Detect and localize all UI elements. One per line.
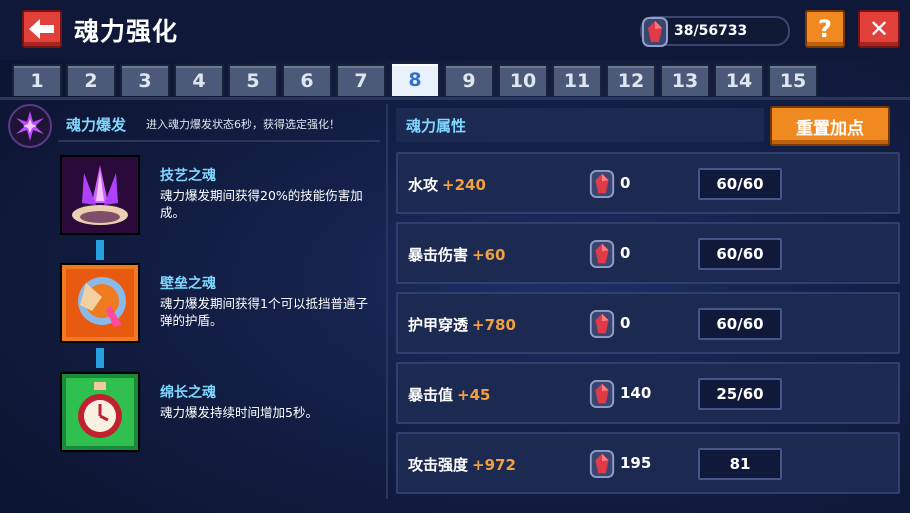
burst-star-icon bbox=[16, 111, 44, 141]
column-divider bbox=[386, 104, 388, 499]
attribute-bonus: +780 bbox=[472, 316, 516, 334]
soul-gem-icon bbox=[588, 167, 616, 205]
crystal-icon bbox=[60, 155, 140, 235]
skill-connector bbox=[96, 348, 104, 368]
soul-gem-icon bbox=[588, 237, 616, 275]
tab-10[interactable]: 10 bbox=[498, 64, 548, 96]
page-tabs: 1 2 3 4 5 6 7 8 9 10 11 12 13 14 15 bbox=[12, 62, 818, 98]
attribute-name: 暴击值 +45 bbox=[408, 384, 490, 405]
help-button[interactable]: ? bbox=[805, 10, 845, 48]
attribute-label: 暴击伤害 bbox=[408, 246, 469, 264]
back-button[interactable] bbox=[22, 10, 62, 48]
tab-1[interactable]: 1 bbox=[12, 64, 62, 96]
attribute-row[interactable]: 水攻 +240 0 60/60 bbox=[396, 152, 900, 214]
attribute-row[interactable]: 护甲穿透 +780 0 60/60 bbox=[396, 292, 900, 354]
burst-description: 进入魂力爆发状态6秒，获得选定强化！ bbox=[146, 118, 340, 131]
skill-item[interactable]: 绵长之魂 魂力爆发持续时间增加5秒。 bbox=[60, 372, 380, 456]
burst-label: 魂力爆发 bbox=[66, 116, 127, 134]
tab-4[interactable]: 4 bbox=[174, 64, 224, 96]
burst-icon bbox=[8, 104, 52, 148]
soul-gem-count: 38/56733 bbox=[674, 23, 748, 39]
attribute-label: 水攻 bbox=[408, 176, 439, 194]
tab-2[interactable]: 2 bbox=[66, 64, 116, 96]
attribute-cost: 0 bbox=[620, 314, 631, 332]
attribute-level: 60/60 bbox=[698, 238, 782, 270]
soul-gem-icon bbox=[642, 17, 668, 47]
attribute-level: 25/60 bbox=[698, 378, 782, 410]
soul-gem-icon bbox=[588, 307, 616, 345]
tab-divider bbox=[0, 97, 910, 100]
attribute-name: 水攻 +240 bbox=[408, 174, 486, 195]
tab-12[interactable]: 12 bbox=[606, 64, 656, 96]
skill-name: 壁垒之魂 bbox=[160, 276, 216, 292]
attributes-title: 魂力属性 bbox=[406, 116, 467, 135]
tab-3[interactable]: 3 bbox=[120, 64, 170, 96]
attribute-bonus: +60 bbox=[472, 246, 506, 264]
attribute-level: 60/60 bbox=[698, 308, 782, 340]
stopwatch-icon bbox=[60, 372, 140, 452]
skill-name: 绵长之魂 bbox=[160, 385, 216, 401]
back-arrow-icon bbox=[29, 19, 54, 39]
tab-15[interactable]: 15 bbox=[768, 64, 818, 96]
close-button[interactable]: ✕ bbox=[858, 10, 900, 48]
burst-header: 魂力爆发 进入魂力爆发状态6秒，获得选定强化！ bbox=[8, 104, 380, 148]
tab-7[interactable]: 7 bbox=[336, 64, 386, 96]
skill-item[interactable]: 壁垒之魂 魂力爆发期间获得1个可以抵挡普通子弹的护盾。 bbox=[60, 263, 380, 347]
attribute-level: 60/60 bbox=[698, 168, 782, 200]
attributes-header: 魂力属性 bbox=[396, 108, 764, 142]
soul-gem-counter: 38/56733 bbox=[640, 16, 790, 47]
tab-14[interactable]: 14 bbox=[714, 64, 764, 96]
tab-8[interactable]: 8 bbox=[390, 62, 440, 96]
attribute-name: 暴击伤害 +60 bbox=[408, 244, 505, 265]
soul-gem-icon bbox=[588, 447, 616, 485]
attribute-bonus: +45 bbox=[457, 386, 491, 404]
soul-gem-icon bbox=[588, 377, 616, 415]
attribute-row[interactable]: 暴击值 +45 140 25/60 bbox=[396, 362, 900, 424]
attribute-name: 攻击强度 +972 bbox=[408, 454, 516, 475]
skill-item[interactable]: 技艺之魂 魂力爆发期间获得20%的技能伤害加成。 bbox=[60, 155, 380, 239]
attribute-level: 81 bbox=[698, 448, 782, 480]
skill-description: 魂力爆发期间获得20%的技能伤害加成。 bbox=[160, 188, 363, 220]
skill-description: 魂力爆发期间获得1个可以抵挡普通子弹的护盾。 bbox=[160, 296, 368, 328]
attribute-cost: 195 bbox=[620, 454, 652, 472]
skill-name: 技艺之魂 bbox=[160, 168, 216, 184]
attribute-cost: 0 bbox=[620, 174, 631, 192]
tab-6[interactable]: 6 bbox=[282, 64, 332, 96]
skill-connector bbox=[96, 240, 104, 260]
skill-description: 魂力爆发持续时间增加5秒。 bbox=[160, 405, 318, 420]
attribute-name: 护甲穿透 +780 bbox=[408, 314, 516, 335]
tab-9[interactable]: 9 bbox=[444, 64, 494, 96]
reset-points-button[interactable]: 重置加点 bbox=[770, 106, 890, 146]
burst-underline bbox=[58, 140, 380, 142]
attribute-cost: 140 bbox=[620, 384, 652, 402]
top-bar: 魂力强化 38/56733 ? ✕ bbox=[0, 0, 910, 60]
attribute-row[interactable]: 攻击强度 +972 195 81 bbox=[396, 432, 900, 494]
attribute-label: 护甲穿透 bbox=[408, 316, 469, 334]
attribute-bonus: +240 bbox=[442, 176, 486, 194]
shield-icon bbox=[60, 263, 140, 343]
tab-11[interactable]: 11 bbox=[552, 64, 602, 96]
tab-5[interactable]: 5 bbox=[228, 64, 278, 96]
attribute-cost: 0 bbox=[620, 244, 631, 262]
attribute-bonus: +972 bbox=[472, 456, 516, 474]
attribute-row[interactable]: 暴击伤害 +60 0 60/60 bbox=[396, 222, 900, 284]
attribute-label: 攻击强度 bbox=[408, 456, 469, 474]
tab-13[interactable]: 13 bbox=[660, 64, 710, 96]
attribute-label: 暴击值 bbox=[408, 386, 454, 404]
page-title: 魂力强化 bbox=[74, 17, 179, 46]
